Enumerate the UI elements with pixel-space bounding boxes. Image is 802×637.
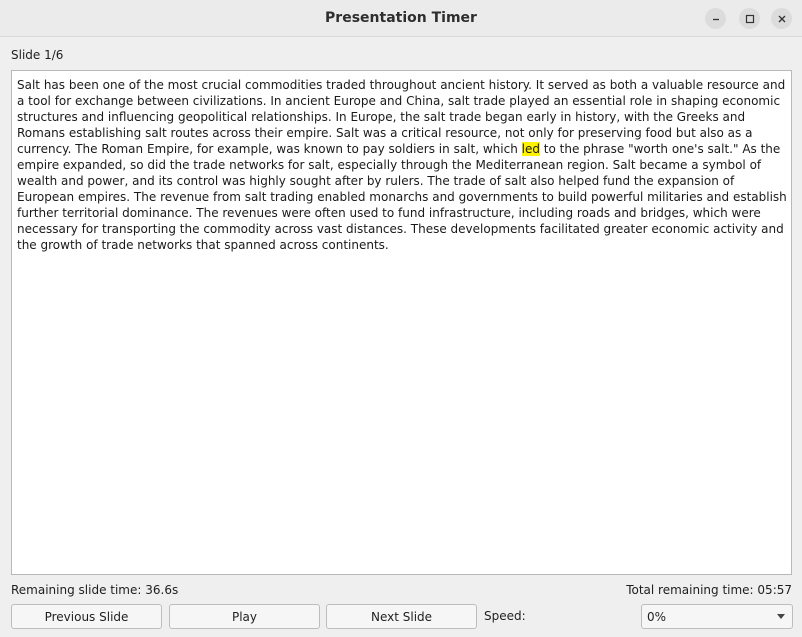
- close-icon: [778, 15, 785, 22]
- app-window: Presentation Timer Slide 1/6 Salt has be…: [0, 0, 802, 637]
- speed-value: 0%: [647, 609, 667, 624]
- slide-text-after: to the phrase "worth one's salt." As the…: [17, 142, 787, 252]
- highlighted-word: led: [521, 142, 540, 156]
- speed-select[interactable]: 0%: [641, 604, 793, 629]
- slide-text-area[interactable]: Salt has been one of the most crucial co…: [11, 70, 792, 575]
- minimize-button[interactable]: [705, 8, 726, 29]
- close-button[interactable]: [771, 8, 792, 29]
- maximize-button[interactable]: [739, 8, 760, 29]
- previous-slide-button[interactable]: Previous Slide: [11, 604, 162, 629]
- slide-counter: Slide 1/6: [11, 48, 64, 62]
- window-title: Presentation Timer: [325, 10, 477, 26]
- total-remaining-time: Total remaining time: 05:57: [626, 583, 792, 597]
- speed-label: Speed:: [484, 609, 526, 623]
- next-slide-button[interactable]: Next Slide: [326, 604, 477, 629]
- remaining-slide-time: Remaining slide time: 36.6s: [11, 583, 179, 597]
- chevron-down-icon: [777, 614, 785, 619]
- title-bar[interactable]: Presentation Timer: [0, 0, 802, 37]
- minimize-icon: [712, 18, 719, 20]
- play-button[interactable]: Play: [169, 604, 320, 629]
- maximize-icon: [745, 14, 754, 23]
